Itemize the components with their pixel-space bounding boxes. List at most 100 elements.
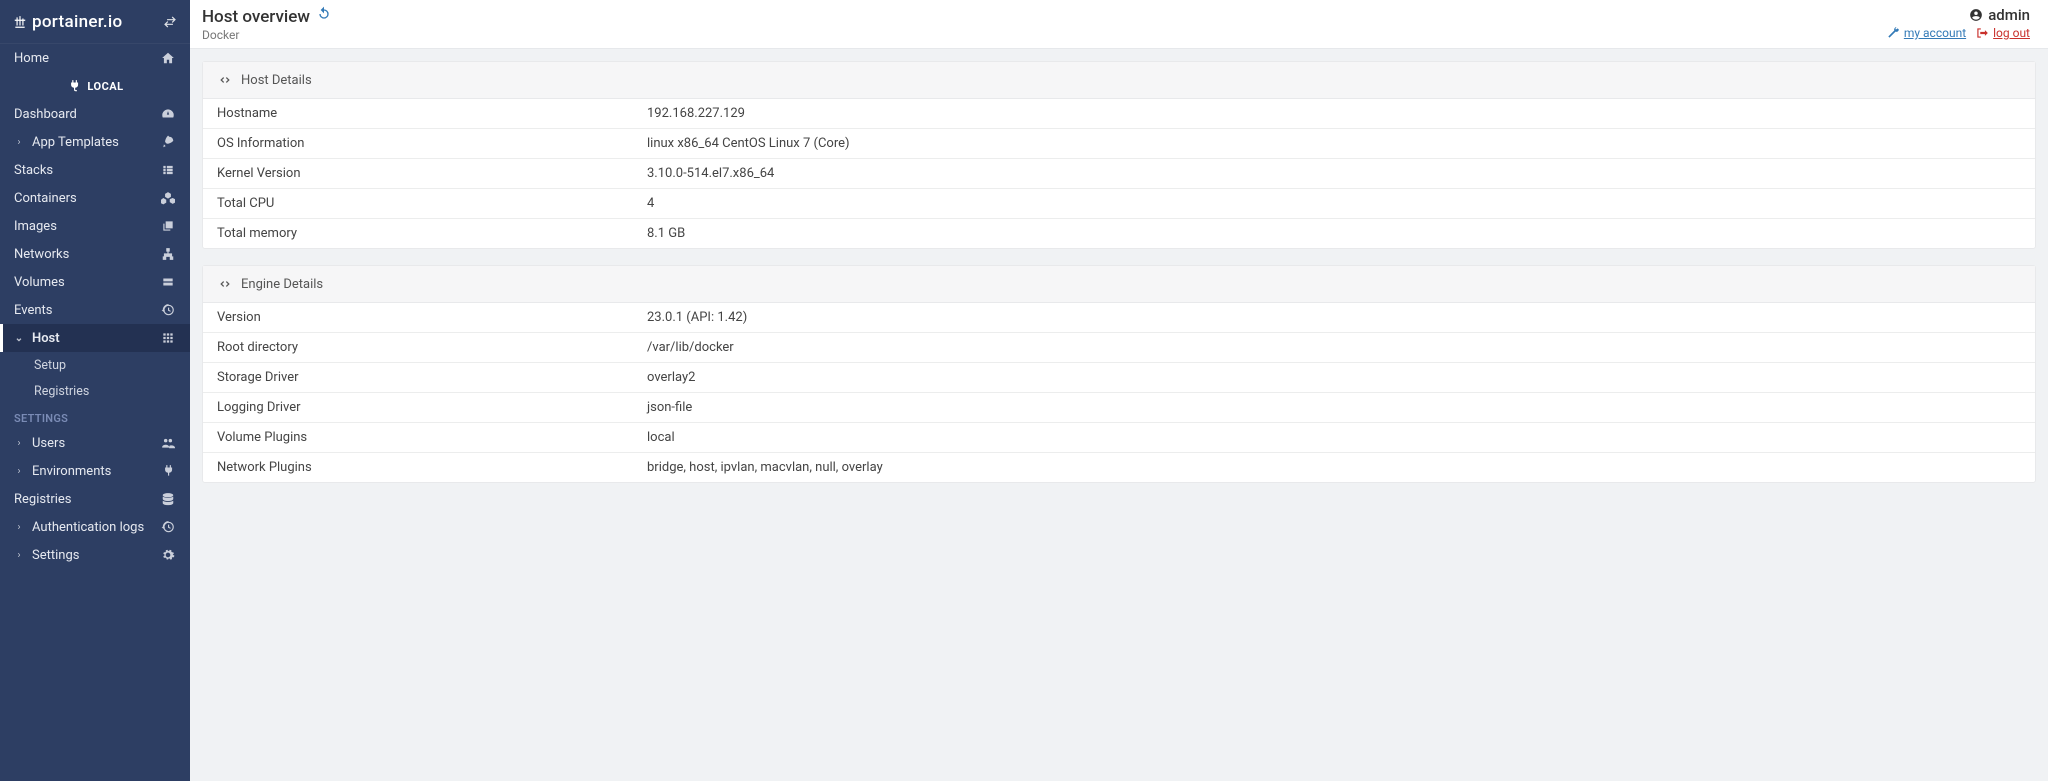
sidebar-item-stacks[interactable]: Stacks [0, 156, 190, 184]
sidebar-item-home[interactable]: Home [0, 44, 190, 72]
sidebar-host-registries-label: Registries [34, 384, 89, 399]
root-key: Root directory [203, 333, 633, 362]
sidebar-host-label: Host [32, 331, 60, 346]
wrench-icon [1885, 25, 1901, 41]
sidebar-item-registries[interactable]: Registries [0, 485, 190, 513]
clone-icon [160, 218, 176, 234]
panel-host-details-body: Hostname 192.168.227.129 OS Information … [203, 99, 2035, 248]
user-name: admin [1988, 6, 2030, 24]
logging-value: json-file [633, 393, 2035, 422]
row-hostname: Hostname 192.168.227.129 [203, 99, 2035, 129]
sidebar-sub-setup[interactable]: Setup [0, 352, 190, 378]
chevron-right-icon: › [14, 550, 24, 561]
network-plugins-key: Network Plugins [203, 453, 633, 482]
logging-key: Logging Driver [203, 393, 633, 422]
cogs-icon [160, 547, 176, 563]
page-subtitle: Docker [202, 28, 332, 42]
panel-host-details-title: Host Details [241, 73, 312, 88]
version-key: Version [203, 303, 633, 332]
topbar-right: admin my account log out [1885, 6, 2030, 41]
topbar: Host overview Docker admin my account [190, 0, 2048, 49]
my-account-link[interactable]: my account [1885, 25, 1966, 41]
kernel-key: Kernel Version [203, 159, 633, 188]
volume-plugins-value: local [633, 423, 2035, 452]
panel-host-details-header: Host Details [203, 62, 2035, 99]
brand-text: portainer.io [12, 12, 123, 32]
th-icon [160, 330, 176, 346]
tachometer-icon [160, 106, 176, 122]
row-root-dir: Root directory /var/lib/docker [203, 333, 2035, 363]
storage-value: overlay2 [633, 363, 2035, 392]
row-volume-plugins: Volume Plugins local [203, 423, 2035, 453]
memory-key: Total memory [203, 219, 633, 248]
hostname-key: Hostname [203, 99, 633, 128]
log-out-link[interactable]: log out [1974, 25, 2030, 41]
version-value: 23.0.1 (API: 1.42) [633, 303, 2035, 332]
memory-value: 8.1 GB [633, 219, 2035, 248]
main: Host overview Docker admin my account [190, 0, 2048, 781]
rocket-icon [160, 134, 176, 150]
sidebar-volumes-label: Volumes [14, 275, 65, 290]
sidebar-item-containers[interactable]: Containers [0, 184, 190, 212]
row-storage-driver: Storage Driver overlay2 [203, 363, 2035, 393]
plug-icon [160, 463, 176, 479]
cpu-key: Total CPU [203, 189, 633, 218]
history-icon [160, 519, 176, 535]
sidebar-item-dashboard[interactable]: Dashboard [0, 100, 190, 128]
chevron-right-icon: › [14, 137, 24, 148]
plug-icon [66, 78, 82, 94]
sidebar-networks-label: Networks [14, 247, 69, 262]
sidebar-env-label: LOCAL [87, 80, 123, 93]
code-icon [217, 72, 233, 88]
content-area: Host Details Hostname 192.168.227.129 OS… [190, 49, 2048, 511]
sidebar-item-images[interactable]: Images [0, 212, 190, 240]
sidebar-app-templates-label: App Templates [32, 135, 119, 150]
sidebar-item-app-templates[interactable]: › App Templates [0, 128, 190, 156]
sidebar-item-users[interactable]: › Users [0, 429, 190, 457]
sidebar-logo[interactable]: portainer.io [0, 0, 190, 44]
sidebar-item-settings[interactable]: ›Settings [0, 541, 190, 569]
chevron-right-icon: › [14, 466, 24, 477]
sidebar-item-host[interactable]: ⌄Host [0, 324, 190, 352]
cpu-value: 4 [633, 189, 2035, 218]
sidebar-sub-registries[interactable]: Registries [0, 378, 190, 404]
sidebar-users-label: Users [32, 436, 65, 451]
hostname-value: 192.168.227.129 [633, 99, 2035, 128]
sidebar-item-networks[interactable]: Networks [0, 240, 190, 268]
sidebar-home-label: Home [14, 51, 49, 66]
page-title-text: Host overview [202, 7, 310, 27]
topbar-left: Host overview Docker [202, 6, 332, 42]
sidebar-item-events[interactable]: Events [0, 296, 190, 324]
row-memory: Total memory 8.1 GB [203, 219, 2035, 248]
sidebar-item-auth-logs[interactable]: ›Authentication logs [0, 513, 190, 541]
row-version: Version 23.0.1 (API: 1.42) [203, 303, 2035, 333]
sidebar-containers-label: Containers [14, 191, 77, 206]
row-cpu: Total CPU 4 [203, 189, 2035, 219]
database-icon [160, 491, 176, 507]
refresh-button[interactable] [316, 6, 332, 27]
sidebar-section-settings: SETTINGS [0, 404, 190, 429]
sidebar-item-volumes[interactable]: Volumes [0, 268, 190, 296]
os-value: linux x86_64 CentOS Linux 7 (Core) [633, 129, 2035, 158]
chevron-right-icon: › [14, 438, 24, 449]
kernel-value: 3.10.0-514.el7.x86_64 [633, 159, 2035, 188]
cubes-icon [160, 190, 176, 206]
sidebar-environments-label: Environments [32, 464, 111, 479]
sidebar: portainer.io Home LOCAL Dashboard › App T… [0, 0, 190, 781]
sidebar-images-label: Images [14, 219, 57, 234]
swap-icon[interactable] [162, 14, 178, 30]
row-network-plugins: Network Plugins bridge, host, ipvlan, ma… [203, 453, 2035, 482]
code-icon [217, 276, 233, 292]
sign-out-icon [1974, 25, 1990, 41]
portainer-logo-icon [12, 14, 28, 30]
sidebar-setup-label: Setup [34, 358, 66, 373]
sidebar-item-environments[interactable]: › Environments [0, 457, 190, 485]
panel-host-details: Host Details Hostname 192.168.227.129 OS… [202, 61, 2036, 249]
sidebar-events-label: Events [14, 303, 52, 318]
storage-key: Storage Driver [203, 363, 633, 392]
sidebar-auth-logs-label: Authentication logs [32, 520, 144, 535]
sidebar-environment-badge: LOCAL [0, 72, 190, 100]
volume-plugins-key: Volume Plugins [203, 423, 633, 452]
brand-label: portainer.io [32, 12, 123, 32]
users-icon [160, 435, 176, 451]
